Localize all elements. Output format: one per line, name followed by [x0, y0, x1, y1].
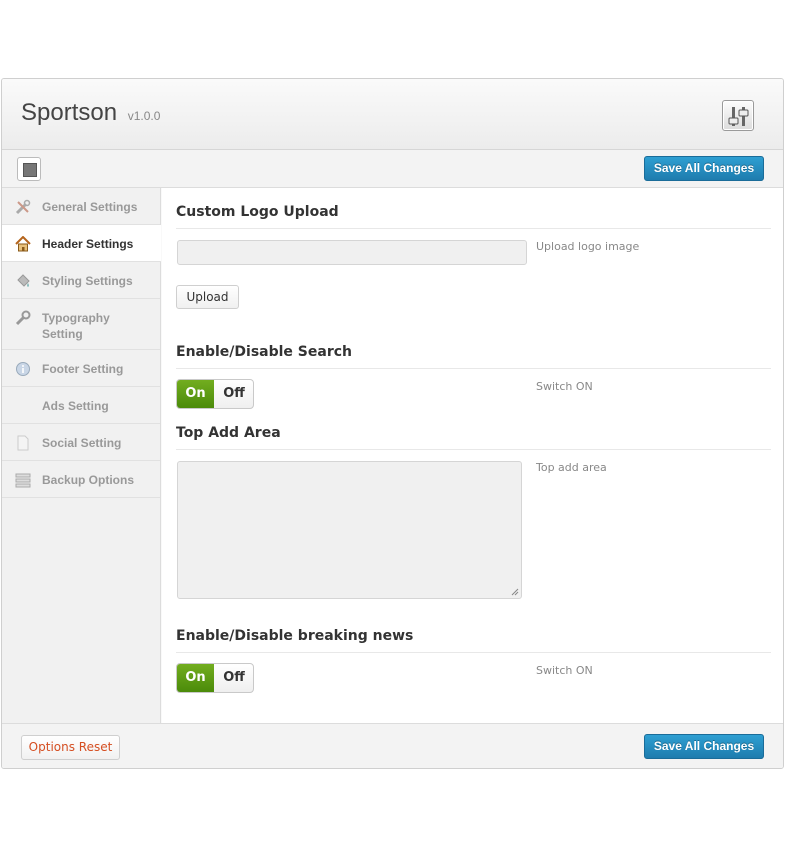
breaking-news-switch-off[interactable]: Off [214, 664, 253, 692]
paint-bucket-icon [15, 273, 31, 289]
breaking-news-switch[interactable]: On Off [176, 663, 254, 693]
sidebar-item-header-settings[interactable]: Header Settings [2, 225, 161, 262]
sidebar-item-backup-options[interactable]: Backup Options [2, 461, 160, 498]
sidebar-item-typography-setting[interactable]: Typography Setting [2, 299, 160, 350]
section-divider [176, 368, 771, 369]
save-all-changes-button-top[interactable]: Save All Changes [644, 156, 764, 181]
search-switch-off[interactable]: Off [214, 380, 253, 408]
tools-icon [15, 199, 31, 215]
top-add-area-textarea[interactable] [177, 461, 522, 599]
sidebar-item-footer-setting[interactable]: Footer Setting [2, 350, 160, 387]
logo-upload-title: Custom Logo Upload [176, 204, 339, 220]
search-switch[interactable]: On Off [176, 379, 254, 409]
breaking-news-toggle-title: Enable/Disable breaking news [176, 628, 414, 644]
resize-grip-icon[interactable] [511, 588, 519, 596]
app-title: Sportson v1.0.0 [21, 99, 160, 127]
sidebar-nav: General Settings Header Settings Styling… [2, 188, 161, 723]
section-divider [176, 449, 771, 450]
sidebar-item-label: Header Settings [42, 237, 134, 251]
sidebar-item-label: Backup Options [42, 473, 135, 487]
section-divider [176, 228, 771, 229]
settings-sliders-icon[interactable] [722, 100, 754, 131]
document-icon [15, 435, 31, 451]
logo-url-input[interactable] [177, 240, 527, 265]
panel-header: Sportson v1.0.0 [2, 79, 783, 150]
upload-button[interactable]: Upload [176, 285, 239, 309]
sidebar-item-label: Ads Setting [42, 399, 109, 413]
sidebar-item-label: Typography Setting [42, 311, 110, 341]
logo-upload-help: Upload logo image [536, 240, 640, 253]
sidebar-item-label: Social Setting [42, 436, 122, 450]
search-toggle-title: Enable/Disable Search [176, 344, 352, 360]
section-divider [176, 652, 771, 653]
wrench-icon [15, 310, 31, 326]
sidebar-item-ads-setting[interactable]: Ads Setting [2, 387, 160, 424]
panel-footer: Options Reset Save All Changes [2, 723, 783, 768]
home-icon [15, 235, 31, 252]
sidebar-item-label: Styling Settings [42, 274, 133, 288]
breaking-news-toggle-help: Switch ON [536, 664, 593, 677]
sidebar-item-social-setting[interactable]: Social Setting [2, 424, 160, 461]
sidebar-item-label: General Settings [42, 200, 138, 214]
info-icon [15, 361, 31, 377]
breaking-news-switch-on[interactable]: On [177, 664, 214, 692]
stack-icon [15, 472, 31, 488]
top-add-area-title: Top Add Area [176, 425, 281, 441]
search-switch-on[interactable]: On [177, 380, 214, 408]
top-toolbar: Save All Changes [2, 150, 783, 188]
options-reset-button[interactable]: Options Reset [21, 735, 120, 760]
settings-content: Custom Logo Upload Upload logo image Upl… [162, 188, 783, 723]
save-all-changes-button-bottom[interactable]: Save All Changes [644, 734, 764, 759]
search-toggle-help: Switch ON [536, 380, 593, 393]
sidebar-item-general-settings[interactable]: General Settings [2, 188, 160, 225]
app-version: v1.0.0 [127, 109, 161, 123]
app-name: Sportson [21, 99, 118, 126]
sidebar-item-styling-settings[interactable]: Styling Settings [2, 262, 160, 299]
options-panel: Sportson v1.0.0 Save All Changes General… [1, 78, 784, 769]
sidebar-item-label: Footer Setting [42, 362, 124, 376]
top-add-area-help: Top add area [536, 461, 607, 474]
expand-toggle-icon[interactable] [17, 157, 41, 181]
